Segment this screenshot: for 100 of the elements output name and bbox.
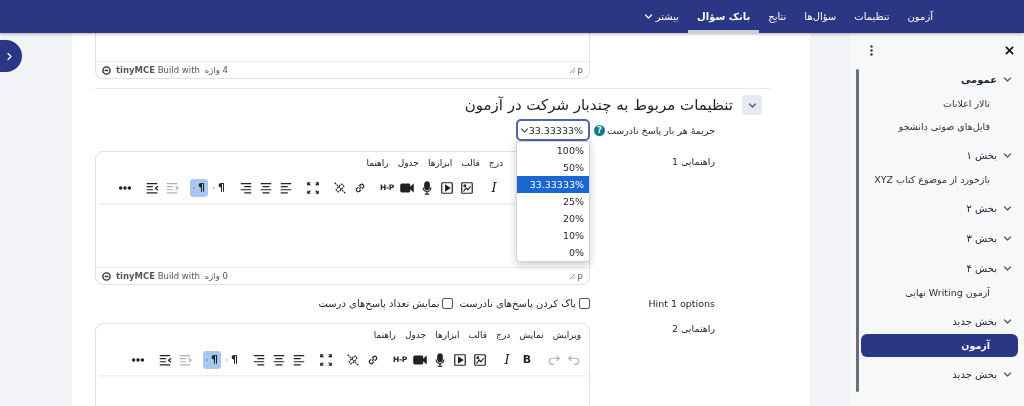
image-icon [460, 180, 474, 195]
section-heading: تنظیمات مربوط به چندبار شرکت در آزمون [464, 96, 733, 114]
dropdown-option[interactable]: 33.33333% [517, 176, 589, 193]
menu-item[interactable]: قالب [468, 330, 488, 344]
nav-tab[interactable]: تنظیمات [845, 0, 899, 33]
menu-item[interactable]: قالب [461, 158, 480, 172]
logo-icon [102, 271, 111, 281]
image-icon [473, 352, 487, 367]
menu-item[interactable]: جدول [404, 330, 427, 344]
dropdown-option[interactable]: 10% [517, 227, 589, 244]
ltr-button[interactable]: ¶ [223, 350, 241, 369]
align-center-icon [272, 352, 286, 367]
align-right-icon [239, 180, 253, 195]
element-path: p [577, 271, 583, 281]
section-toggle[interactable]: بخش ۱ [859, 143, 1024, 168]
scrollbar[interactable] [856, 69, 859, 392]
section-toggle[interactable]: بخش ۳ [859, 226, 1024, 251]
course-index-item[interactable]: آزمون Writing نهایی [861, 281, 1018, 304]
section-toggle[interactable]: بخش ۴ [859, 256, 1024, 281]
indent-icon [145, 180, 159, 195]
checkbox-label: نمایش تعداد پاسخ‌های درست [318, 297, 440, 309]
checkbox[interactable] [579, 297, 590, 309]
close-button[interactable] [1002, 43, 1016, 57]
menu-item[interactable]: نمایش [519, 330, 544, 344]
menu-item[interactable]: ابزارها [435, 330, 460, 344]
broken-link-icon [333, 180, 347, 195]
menu-item[interactable]: جدول [397, 158, 419, 172]
microphone-icon [420, 180, 434, 195]
field-label: راهنمایی 1 [671, 156, 715, 167]
resize-grip-icon [568, 66, 576, 74]
word-count: 4 واژه [204, 65, 228, 75]
fullscreen-icon [306, 180, 320, 195]
chevron-icon [1003, 151, 1012, 160]
chevron-icon [519, 125, 529, 135]
resize-grip-icon [568, 272, 576, 280]
field-label: راهنمایی 2 [671, 323, 715, 334]
checkbox[interactable] [442, 297, 454, 309]
dropdown-option[interactable]: 25% [517, 193, 589, 210]
collapse-button[interactable] [742, 95, 762, 115]
field-label: Hint 1 options [648, 297, 715, 309]
rtl-button[interactable]: ¶ [203, 350, 221, 369]
nav-tab[interactable]: نتایج [759, 0, 796, 33]
ltr-button[interactable]: ¶ [210, 178, 228, 197]
help-icon[interactable]: ? [594, 124, 605, 136]
chevron-icon [1003, 264, 1012, 273]
penalty-select[interactable]: 33.33333% [516, 119, 590, 141]
bold-button[interactable]: B [518, 350, 536, 369]
word-count: 0 واژه [204, 271, 228, 281]
branding-text: tinyMCE Build with [116, 271, 200, 281]
italic-button[interactable]: I [498, 350, 516, 369]
menu-item[interactable]: درج [496, 330, 511, 344]
nav-tab[interactable]: بیشتر [634, 0, 689, 33]
outdent-icon [165, 180, 179, 195]
vertical-dots-icon [869, 44, 873, 56]
align-left-icon [292, 352, 306, 367]
rtl-button[interactable]: ¶ [190, 178, 208, 197]
nav-tab[interactable]: آزمون [898, 0, 942, 33]
menu-item[interactable]: ابزارها [427, 158, 453, 172]
menu-item[interactable]: ویرایش [552, 330, 581, 344]
branding-text: tinyMCE Build with [116, 65, 200, 75]
caret-icon [643, 12, 653, 21]
chevron-icon [1003, 234, 1012, 243]
broken-link-icon [346, 352, 360, 367]
course-index-item[interactable]: آزمون [861, 334, 1018, 357]
video-camera-icon [413, 352, 427, 367]
chevron-icon [1003, 370, 1012, 379]
microphone-icon [433, 352, 447, 367]
chevron-icon [1003, 317, 1012, 326]
menu-item[interactable]: راهنما [366, 158, 389, 172]
video-camera-icon [400, 180, 414, 195]
chevron-icon [747, 100, 757, 110]
indent-icon [158, 352, 172, 367]
section-toggle[interactable]: بخش جدید [859, 309, 1024, 334]
checkbox-label: پاک کردن پاسخ‌های نادرست [459, 297, 576, 309]
dropdown-option[interactable]: 0% [517, 244, 589, 261]
italic-button[interactable]: I [485, 178, 503, 197]
dropdown-option[interactable]: 100% [517, 142, 589, 159]
align-center-icon [259, 180, 273, 195]
menu-item[interactable]: راهنما [373, 330, 396, 344]
section-toggle[interactable]: بخش ۲ [859, 196, 1024, 221]
course-index-item[interactable]: تالار اعلانات [861, 92, 1018, 115]
course-index-item[interactable]: بازخورد از موضوع کتاب XYZ [861, 168, 1018, 191]
logo-icon [102, 65, 111, 75]
chevron-icon [1003, 204, 1012, 213]
play-box-icon [440, 180, 454, 195]
align-left-icon [279, 180, 293, 195]
align-right-icon [252, 352, 266, 367]
close-icon [1004, 45, 1014, 55]
chevron-icon [5, 51, 14, 61]
field-label: جریمهٔ هر بار پاسخ نادرست [606, 124, 715, 136]
course-index-item[interactable]: فایل‌های صوتی دانشجو [861, 115, 1018, 138]
menu-item[interactable]: درج [488, 158, 503, 172]
nav-tab[interactable]: سؤال‌ها [795, 0, 846, 33]
section-toggle[interactable]: عمومی [859, 67, 1024, 92]
fullscreen-icon [319, 352, 333, 367]
section-toggle[interactable]: بخش جدید [859, 362, 1024, 387]
outdent-icon [178, 352, 192, 367]
dropdown-option[interactable]: 50% [517, 159, 589, 176]
dropdown-option[interactable]: 20% [517, 210, 589, 227]
play-box-icon [453, 352, 467, 367]
